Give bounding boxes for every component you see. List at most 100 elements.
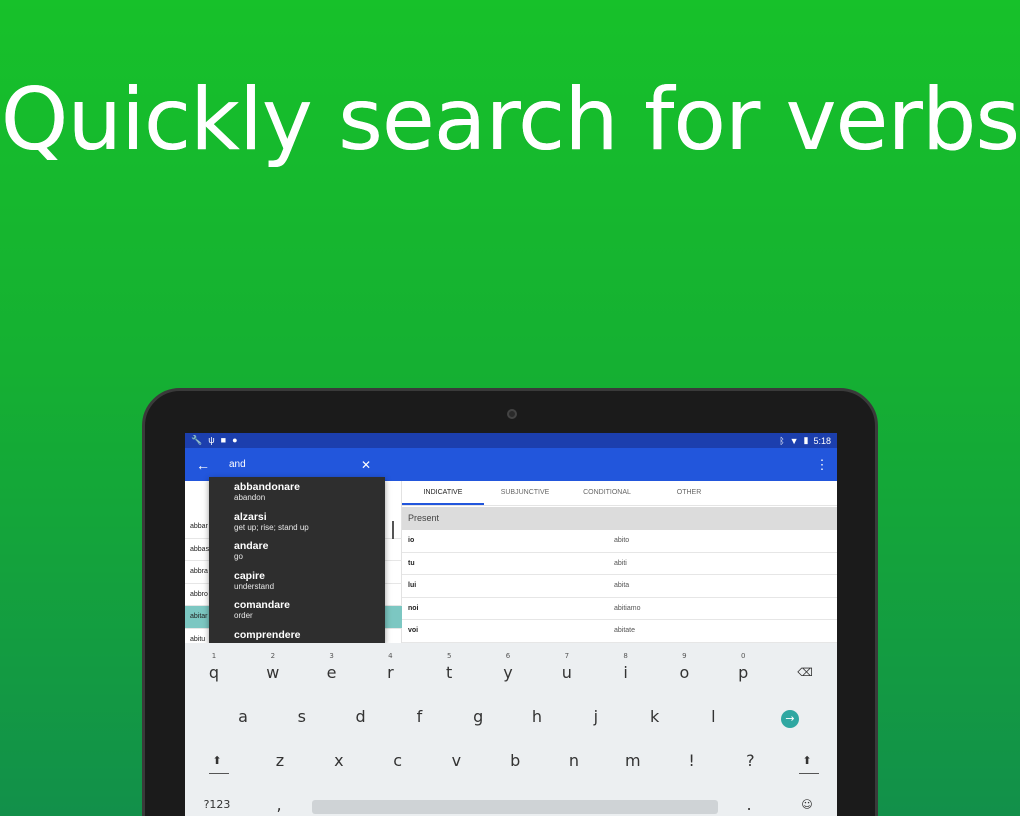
shift-underline [799, 773, 819, 774]
suggestion-item[interactable]: abbandonare abandon [209, 477, 385, 507]
tab-other[interactable]: OTHER [648, 481, 730, 505]
key-n[interactable]: n [554, 741, 594, 781]
suggestion-verb: abbandonare [234, 481, 300, 493]
spacebar[interactable] [312, 800, 718, 814]
key-s[interactable]: s [282, 697, 322, 737]
conjugation-table: io abito tu abiti lui abita noi abitiamo voi abit… [402, 530, 837, 643]
backspace-key[interactable]: ⌫ [785, 653, 825, 693]
shift-underline [209, 773, 229, 774]
suggestion-meaning: go [234, 552, 243, 562]
on-screen-keyboard: 1 q 2 w 3 e 4 r 5 t 6 y 7 u 8 i 9 o 0 p ⌫ a s d f g h j k l → ⬆ z x c v b n… [185, 643, 837, 816]
key-v[interactable]: v [436, 741, 476, 781]
enter-arrow-icon: → [781, 710, 799, 728]
suggestion-item[interactable]: andare go [209, 536, 385, 566]
headline: Quickly search for verbs [0, 70, 1020, 170]
key-hint: 3 [329, 652, 334, 660]
status-bar: 🔧 ψ ■ ● ᛒ ▼ ▮ 5:18 [185, 433, 837, 448]
device-screen: 🔧 ψ ■ ● ᛒ ▼ ▮ 5:18 ← ✕ ⋮ abbarabbasabbra… [185, 433, 837, 816]
key-c[interactable]: c [378, 741, 418, 781]
close-icon[interactable]: ✕ [361, 458, 371, 472]
key-h[interactable]: h [517, 697, 557, 737]
key-hint: 5 [446, 652, 452, 660]
back-arrow-icon[interactable]: ← [185, 457, 221, 473]
key-b[interactable]: b [495, 741, 535, 781]
verb-form: abito [614, 537, 630, 545]
emoji-icon[interactable]: ☺ [787, 785, 827, 816]
verb-form: abita [614, 582, 630, 590]
key-q[interactable]: 1q [194, 652, 234, 693]
key-o[interactable]: 9o [664, 652, 704, 693]
search-input[interactable] [229, 459, 359, 470]
key-exclamation[interactable]: ! [672, 741, 712, 781]
key-r[interactable]: 4r [370, 652, 410, 693]
usb-icon: ψ [208, 435, 215, 445]
suggestion-item[interactable]: comandare order [209, 595, 385, 625]
key-e[interactable]: 3e [312, 652, 352, 693]
suggestion-verb: comprendere [234, 628, 301, 641]
tab-indicative[interactable]: INDICATIVE [402, 481, 484, 505]
suggestion-verb: andare [234, 540, 269, 553]
key-hint: 6 [505, 652, 511, 660]
bluetooth-icon: ᛒ [779, 435, 785, 446]
key-d[interactable]: d [341, 697, 381, 737]
pronoun: lui [408, 582, 417, 590]
enter-key[interactable]: → [770, 697, 810, 737]
key-hint: 7 [564, 652, 570, 660]
key-p[interactable]: 0p [723, 652, 763, 693]
comma-key[interactable]: , [259, 785, 299, 816]
suggestion-item[interactable]: comprendere [209, 625, 385, 643]
key-hint: 0 [740, 652, 746, 660]
key-y[interactable]: 6y [488, 652, 528, 693]
conjugation-row: noi abitiamo [402, 598, 837, 620]
key-a[interactable]: a [223, 697, 263, 737]
tablet-frame: 🔧 ψ ■ ● ᛒ ▼ ▮ 5:18 ← ✕ ⋮ abbarabbasabbra… [142, 388, 878, 816]
key-l[interactable]: l [693, 697, 733, 737]
battery-icon: ▮ [803, 435, 809, 445]
key-question[interactable]: ? [730, 741, 770, 781]
period-key[interactable]: . [729, 785, 769, 816]
pronoun: noi [408, 604, 419, 612]
suggestion-meaning: get up; rise; stand up [234, 522, 309, 532]
tab-conditional[interactable]: CONDITIONAL [566, 481, 648, 505]
suggestion-meaning: understand [234, 581, 275, 591]
verb-form: abitiamo [614, 604, 641, 612]
key-m[interactable]: m [613, 741, 653, 781]
key-i[interactable]: 8i [606, 652, 646, 693]
key-k[interactable]: k [635, 697, 675, 737]
pronoun: voi [408, 627, 419, 635]
mood-tabs: INDICATIVE SUBJUNCTIVE CONDITIONAL OTHER [402, 481, 837, 506]
key-u[interactable]: 7u [547, 652, 587, 693]
suggestion-verb: comandare [234, 599, 291, 612]
scrollbar[interactable] [392, 521, 394, 539]
key-z[interactable]: z [260, 741, 300, 781]
suggestion-verb: alzarsi [234, 510, 267, 523]
shift-key-left[interactable]: ⬆ [197, 741, 237, 781]
pronoun: io [408, 537, 415, 545]
key-hint: 8 [623, 652, 628, 660]
more-vertical-icon[interactable]: ⋮ [807, 457, 837, 473]
key-hint: 4 [388, 652, 393, 660]
key-hint: 2 [270, 652, 276, 660]
key-f[interactable]: f [399, 697, 439, 737]
conjugation-row: tu abiti [402, 553, 837, 575]
key-t[interactable]: 5t [429, 652, 469, 693]
conjugation-row: voi abitate [402, 620, 837, 643]
status-time: 5:18 [813, 435, 831, 446]
verb-form: abiti [614, 559, 627, 567]
lightbulb-icon: ● [232, 435, 238, 445]
key-x[interactable]: x [319, 741, 359, 781]
key-g[interactable]: g [458, 697, 498, 737]
search-suggestions: abbandonare abandon alzarsi get up; rise; s… [209, 477, 385, 643]
suggestion-verb: capire [234, 569, 265, 582]
tab-subjunctive[interactable]: SUBJUNCTIVE [484, 481, 566, 505]
lock-icon: ■ [220, 435, 227, 445]
shift-key-right[interactable]: ⬆ [787, 741, 827, 781]
suggestion-item[interactable]: alzarsi get up; rise; stand up [209, 507, 385, 537]
key-hint: 9 [682, 652, 687, 660]
symbols-key[interactable]: ?123 [197, 785, 237, 816]
camera-lens [507, 409, 517, 419]
suggestion-meaning: order [234, 611, 253, 621]
key-j[interactable]: j [576, 697, 616, 737]
suggestion-item[interactable]: capire understand [209, 566, 385, 596]
key-w[interactable]: 2w [253, 652, 293, 693]
